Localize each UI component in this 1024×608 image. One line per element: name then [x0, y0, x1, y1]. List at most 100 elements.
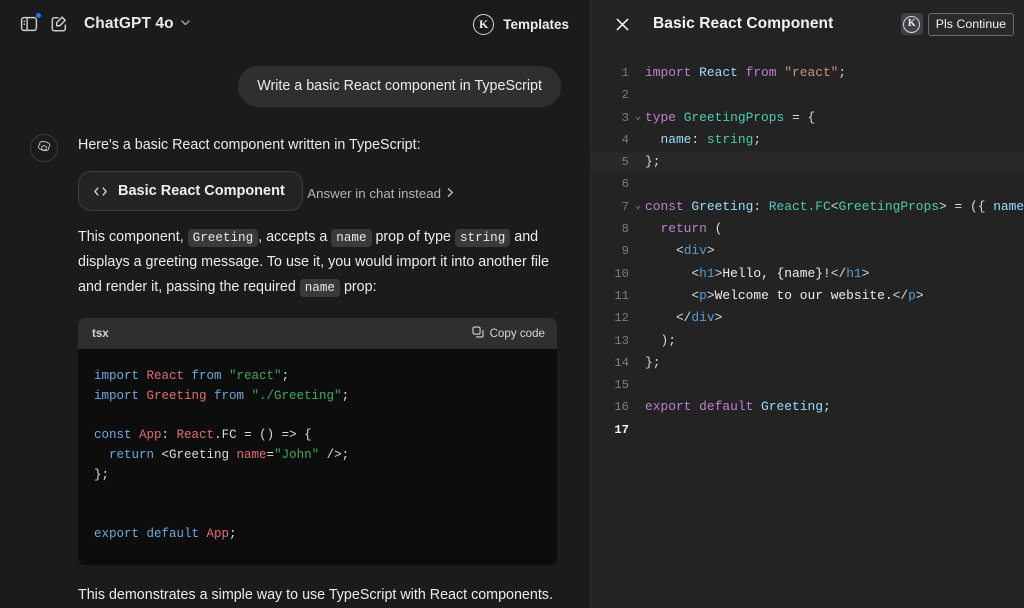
code-token: from	[738, 65, 784, 80]
editor-line-number: 5	[591, 151, 631, 173]
code-token: "react"	[229, 369, 282, 383]
editor-code-area[interactable]: 1 import React from "react";23⌄type Greet…	[591, 48, 1024, 608]
fold-chevron-icon[interactable]: ⌄	[631, 107, 645, 129]
editor-line-number: 7	[591, 196, 631, 218]
kortex-badge-icon: K	[473, 14, 494, 35]
pls-continue-label: Pls Continue	[928, 13, 1014, 36]
editor-line[interactable]: 2	[591, 84, 1024, 106]
inline-code-name-1: name	[331, 229, 371, 247]
editor-line[interactable]: 3⌄type GreetingProps = {	[591, 107, 1024, 129]
model-label: ChatGPT 4o	[84, 15, 174, 33]
code-editor-pane: Basic React Component K Pls Continue 1 im…	[591, 0, 1024, 608]
code-token: };	[645, 355, 660, 370]
editor-line[interactable]: 9 <div>	[591, 240, 1024, 262]
code-token: <	[645, 243, 684, 258]
editor-line[interactable]: 12 </div>	[591, 307, 1024, 329]
editor-line[interactable]: 10 <h1>Hello, {name}!</h1>	[591, 263, 1024, 285]
code-token: />;	[319, 448, 349, 462]
code-token: const	[645, 199, 691, 214]
code-token: h1	[846, 266, 861, 281]
code-token: };	[645, 154, 660, 169]
editor-line-number: 11	[591, 285, 631, 307]
close-icon[interactable]	[609, 11, 635, 37]
code-token: div	[684, 243, 707, 258]
code-token: </	[645, 310, 691, 325]
editor-line-text: return (	[645, 218, 1024, 240]
chevron-right-icon	[446, 186, 455, 201]
sidebar-panel-icon[interactable]	[14, 9, 44, 39]
editor-line-number: 10	[591, 263, 631, 285]
editor-line[interactable]: 7⌄const Greeting: React.FC<GreetingProps…	[591, 196, 1024, 218]
kortex-k-letter: K	[903, 16, 920, 33]
code-token: Greeting	[761, 399, 823, 414]
templates-button[interactable]: K Templates	[465, 10, 577, 39]
editor-line-text: <div>	[645, 240, 1024, 262]
editor-line[interactable]: 15	[591, 374, 1024, 396]
editor-line-number: 15	[591, 374, 631, 396]
editor-line[interactable]: 13 );	[591, 330, 1024, 352]
editor-line[interactable]: 11 <p>Welcome to our website.</p>	[591, 285, 1024, 307]
answer-in-chat-link[interactable]: Answer in chat instead	[307, 186, 455, 201]
editor-line-text: export default Greeting;	[645, 396, 1024, 418]
code-token: ;	[229, 527, 237, 541]
editor-line[interactable]: 16 export default Greeting;	[591, 396, 1024, 418]
code-token: from	[184, 369, 229, 383]
code-token: ;	[823, 399, 831, 414]
code-token: p	[908, 288, 916, 303]
chat-pane: ChatGPT 4o K Templates Write a basic Rea…	[0, 0, 591, 608]
code-token: <	[645, 288, 699, 303]
editor-line-number: 4	[591, 129, 631, 151]
code-token: >	[715, 310, 723, 325]
code-language-label: tsx	[92, 327, 109, 340]
pls-continue-control[interactable]: K Pls Continue	[901, 13, 1014, 36]
editor-line[interactable]: 6	[591, 173, 1024, 195]
code-token: type	[645, 110, 684, 125]
model-selector[interactable]: ChatGPT 4o	[84, 15, 191, 33]
code-token: ;	[342, 389, 350, 403]
user-message-row: Write a basic React component in TypeScr…	[30, 66, 561, 107]
code-line	[94, 486, 541, 506]
kortex-badge-icon: K	[901, 13, 923, 35]
code-block-content[interactable]: import React from "react";import Greetin…	[78, 349, 557, 565]
editor-line-number: 12	[591, 307, 631, 329]
editor-toolbar: Basic React Component K Pls Continue	[591, 0, 1024, 48]
code-token: Welcome to our website.	[715, 288, 893, 303]
code-token: React	[769, 199, 808, 214]
editor-line-text: <h1>Hello, {name}!</h1>	[645, 263, 1024, 285]
editor-line-number: 16	[591, 396, 631, 418]
code-line	[94, 505, 541, 525]
editor-line[interactable]: 8 return (	[591, 218, 1024, 240]
editor-line[interactable]: 17	[591, 419, 1024, 441]
editor-line-number: 1	[591, 62, 631, 84]
code-token: p	[699, 288, 707, 303]
editor-line[interactable]: 1 import React from "react";	[591, 62, 1024, 84]
inline-code-greeting: Greeting	[188, 229, 258, 247]
code-token: Greeting	[147, 389, 207, 403]
editor-title: Basic React Component	[653, 15, 833, 33]
artifact-chip-basic-react-component[interactable]: Basic React Component	[78, 171, 303, 211]
user-message-bubble: Write a basic React component in TypeScr…	[238, 66, 561, 107]
editor-line-text: import React from "react";	[645, 62, 1024, 84]
code-token: =	[267, 448, 275, 462]
code-line: const App: React.FC = () => {	[94, 426, 541, 446]
assistant-closing-text: This demonstrates a simple way to use Ty…	[78, 583, 561, 608]
editor-line[interactable]: 5};	[591, 151, 1024, 173]
copy-code-button[interactable]: Copy code	[472, 326, 545, 341]
explanation-seg-8: prop:	[340, 279, 377, 295]
fold-chevron-icon[interactable]: ⌄	[631, 196, 645, 218]
code-token: .FC = () => {	[214, 428, 312, 442]
code-token: };	[94, 468, 109, 482]
explanation-seg-2: , accepts a	[258, 229, 331, 245]
code-token: );	[645, 333, 676, 348]
code-token: App	[139, 428, 162, 442]
editor-line-text: };	[645, 151, 1024, 173]
compose-pencil-icon[interactable]	[44, 9, 74, 39]
code-token: React	[177, 428, 215, 442]
code-token: name	[237, 448, 267, 462]
code-brackets-icon	[93, 185, 108, 198]
code-token: </	[831, 266, 846, 281]
code-token: GreetingProps	[684, 110, 785, 125]
chat-messages-scroll[interactable]: Write a basic React component in TypeScr…	[0, 48, 591, 608]
editor-line[interactable]: 4 name: string;	[591, 129, 1024, 151]
editor-line[interactable]: 14};	[591, 352, 1024, 374]
